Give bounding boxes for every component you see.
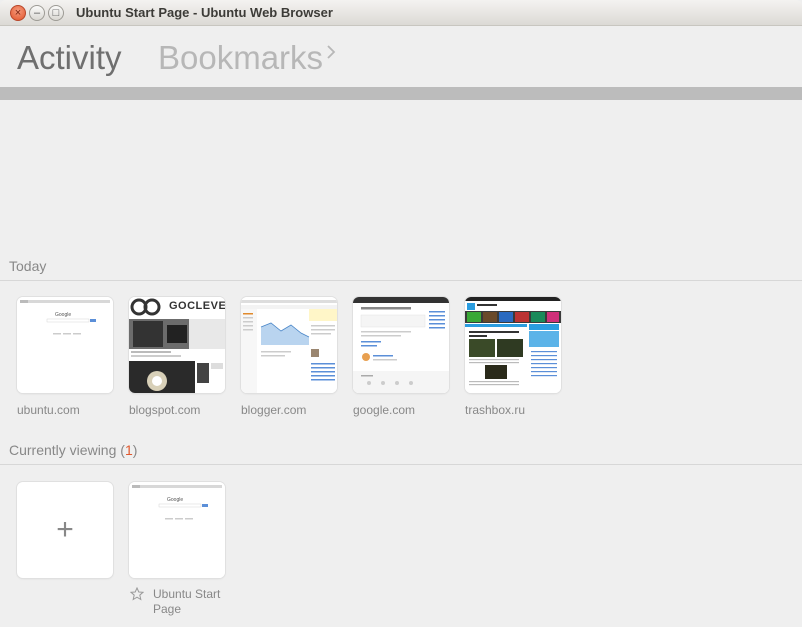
maximize-icon[interactable]: □ bbox=[48, 5, 64, 21]
thumbnail-google[interactable] bbox=[353, 297, 449, 393]
ubuntu-start-page-thumbnail-image: Google bbox=[129, 482, 225, 578]
section-title-today: Today bbox=[9, 258, 47, 274]
ubuntu-thumbnail-image: Google bbox=[17, 297, 113, 393]
svg-text:Google: Google bbox=[167, 497, 183, 503]
blogspot-brand-text: GOCLEVER bbox=[169, 300, 225, 312]
header: Activity Bookmarks bbox=[0, 27, 802, 87]
open-tab-label-line2: Page bbox=[153, 602, 182, 616]
open-tab-label-line1: Ubuntu Start bbox=[153, 587, 221, 601]
chevron-right-icon[interactable] bbox=[326, 44, 336, 60]
tile-label[interactable]: blogger.com bbox=[241, 403, 306, 417]
tab-activity[interactable]: Activity bbox=[17, 39, 122, 77]
tile-label[interactable]: google.com bbox=[353, 403, 415, 417]
thumbnail-ubuntu[interactable]: Google bbox=[17, 297, 113, 393]
divider bbox=[0, 464, 802, 465]
thumbnail-blogspot[interactable]: GOCLEVER bbox=[129, 297, 225, 393]
thumbnail-trashbox[interactable] bbox=[465, 297, 561, 393]
divider bbox=[0, 280, 802, 281]
tile-label[interactable]: trashbox.ru bbox=[465, 403, 525, 417]
open-tab-count: 1 bbox=[124, 442, 133, 458]
tile-label[interactable]: blogspot.com bbox=[129, 403, 200, 417]
thumbnail-blogger[interactable] bbox=[241, 297, 337, 393]
section-title-currently-viewing: Currently viewing (1) bbox=[9, 442, 137, 458]
star-icon[interactable] bbox=[130, 587, 144, 601]
trashbox-thumbnail-image bbox=[465, 297, 561, 393]
tab-bookmarks[interactable]: Bookmarks bbox=[158, 39, 323, 77]
minimize-icon[interactable]: – bbox=[29, 5, 45, 21]
new-tab-button[interactable]: + bbox=[17, 482, 113, 578]
google-thumbnail-image bbox=[353, 297, 449, 393]
tile-label[interactable]: ubuntu.com bbox=[17, 403, 80, 417]
window-titlebar: × – □ Ubuntu Start Page - Ubuntu Web Bro… bbox=[0, 0, 802, 26]
open-tab-label[interactable]: Ubuntu Start Page bbox=[153, 587, 220, 617]
window-title: Ubuntu Start Page - Ubuntu Web Browser bbox=[76, 5, 333, 20]
plus-icon: + bbox=[56, 513, 74, 546]
open-tab-thumbnail[interactable]: Google bbox=[129, 482, 225, 578]
svg-text:Google: Google bbox=[55, 312, 71, 318]
blogger-thumbnail-image bbox=[241, 297, 337, 393]
section-title-prefix: Currently viewing ( bbox=[9, 442, 125, 458]
close-icon[interactable]: × bbox=[10, 5, 26, 21]
progress-bar bbox=[0, 87, 802, 100]
section-title-suffix: ) bbox=[132, 442, 138, 458]
